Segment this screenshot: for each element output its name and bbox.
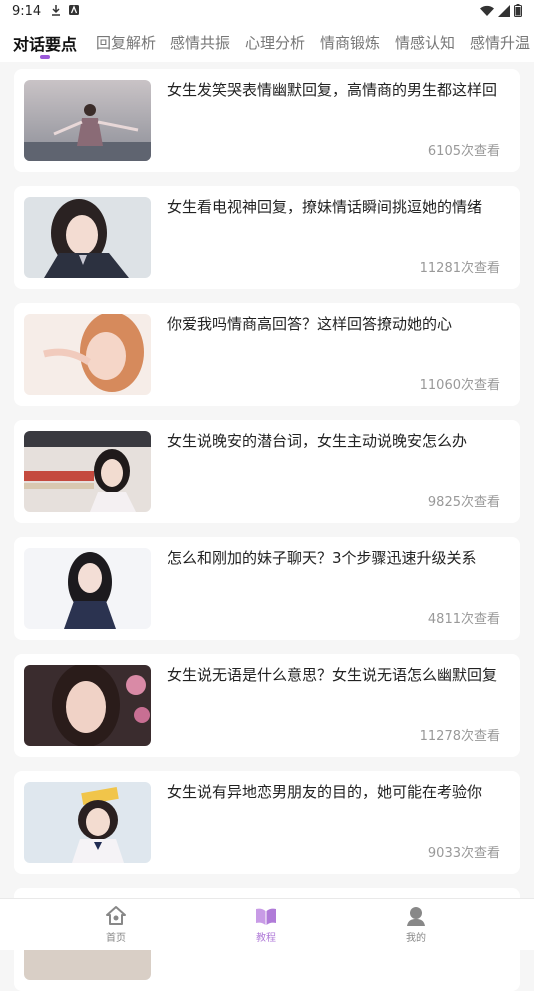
signal-icon (498, 4, 510, 17)
article-thumbnail (24, 431, 151, 512)
battery-icon (514, 4, 522, 17)
wifi-icon (480, 5, 494, 16)
home-icon (106, 906, 126, 925)
tab-emotional-resonance[interactable]: 感情共振 (170, 32, 230, 53)
active-tab-indicator (40, 55, 50, 59)
view-count: 4811次查看 (427, 612, 500, 627)
view-count: 11278次查看 (419, 729, 500, 744)
view-count: 9033次查看 (427, 846, 500, 861)
article-thumbnail (24, 314, 151, 395)
article-title: 女生说无语是什么意思？女生说无语怎么幽默回复 (167, 666, 498, 684)
nav-profile[interactable]: 我的 (386, 905, 446, 944)
app-notification-icon (69, 5, 79, 15)
article-thumbnail (24, 197, 151, 278)
status-time: 9:14 (12, 4, 42, 19)
nav-tutorial-label: 教程 (256, 933, 276, 944)
article-card[interactable]: 女生发笑哭表情幽默回复，高情商的男生都这样回 6105次查看 (14, 69, 520, 172)
user-icon (407, 907, 425, 926)
article-title: 怎么和刚加的妹子聊天？3个步骤迅速升级关系 (167, 549, 477, 567)
tab-emotion-cognition[interactable]: 情感认知 (395, 32, 455, 53)
status-bar: 9:14 (0, 0, 534, 24)
article-thumbnail (24, 548, 151, 629)
book-icon (256, 908, 276, 925)
tab-dialogue-points[interactable]: 对话要点 (13, 31, 77, 55)
article-card[interactable]: 女生说无语是什么意思？女生说无语怎么幽默回复 11278次查看 (14, 654, 520, 757)
article-title: 女生发笑哭表情幽默回复，高情商的男生都这样回 (167, 81, 498, 99)
article-card[interactable]: 女生看电视神回复，撩妹情话瞬间挑逗她的情绪 11281次查看 (14, 186, 520, 289)
article-card[interactable]: 你爱我吗情商高回答？这样回答撩动她的心 11060次查看 (14, 303, 520, 406)
tab-eq-training[interactable]: 情商锻炼 (320, 32, 380, 53)
article-title: 女生看电视神回复，撩妹情话瞬间挑逗她的情绪 (167, 198, 483, 216)
article-thumbnail (24, 80, 151, 161)
nav-home-label: 首页 (106, 933, 126, 944)
download-icon (52, 5, 60, 16)
view-count: 11281次查看 (419, 261, 500, 276)
tab-psychology-analysis[interactable]: 心理分析 (245, 32, 305, 53)
nav-profile-label: 我的 (406, 933, 426, 944)
article-title: 女生说有异地恋男朋友的目的，她可能在考验你 (167, 783, 483, 801)
article-card[interactable]: 怎么和刚加的妹子聊天？3个步骤迅速升级关系 4811次查看 (14, 537, 520, 640)
article-title: 女生说晚安的潜台词，女生主动说晚安怎么办 (167, 432, 468, 450)
view-count: 9825次查看 (427, 495, 500, 510)
nav-tutorial[interactable]: 教程 (236, 905, 296, 944)
article-thumbnail (24, 782, 151, 863)
article-card[interactable]: 女生说晚安的潜台词，女生主动说晚安怎么办 9825次查看 (14, 420, 520, 523)
article-title: 你爱我吗情商高回答？这样回答撩动她的心 (167, 315, 453, 333)
nav-home[interactable]: 首页 (86, 905, 146, 944)
bottom-navigation: 首页 教程 我的 (0, 898, 534, 950)
article-card[interactable]: 女生说有异地恋男朋友的目的，她可能在考验你 9033次查看 (14, 771, 520, 874)
tab-reply-analysis[interactable]: 回复解析 (96, 32, 156, 53)
view-count: 11060次查看 (419, 378, 500, 393)
view-count: 6105次查看 (427, 144, 500, 159)
category-tabs: 对话要点 回复解析 感情共振 心理分析 情商锻炼 情感认知 感情升温 (0, 24, 534, 62)
tab-relationship-warming[interactable]: 感情升温 (470, 32, 530, 53)
article-thumbnail (24, 665, 151, 746)
